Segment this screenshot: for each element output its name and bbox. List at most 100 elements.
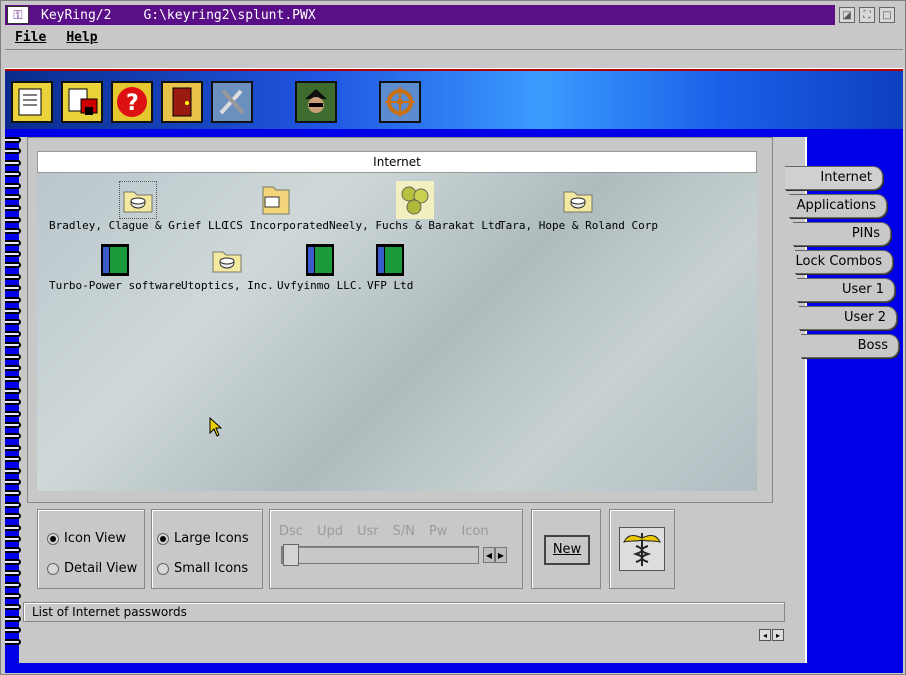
spiral-ring (5, 581, 21, 588)
list-item[interactable]: Neely, Fuchs & Barakat Ltd (329, 181, 501, 232)
spiral-ring (5, 148, 21, 155)
help-question-icon[interactable]: ? (111, 81, 153, 123)
list-item[interactable]: Tara, Hope & Roland Corp (499, 181, 658, 232)
spiral-ring (5, 182, 21, 189)
detail-view-radio[interactable]: Detail View (47, 561, 137, 576)
ships-wheel-icon[interactable] (379, 81, 421, 123)
large-icons-label: Large Icons (174, 531, 249, 546)
spiral-ring (5, 205, 21, 212)
spiral-ring (5, 422, 21, 428)
spiral-ring (5, 593, 21, 599)
spiral-ring (5, 444, 21, 451)
large-icons-radio[interactable]: Large Icons (157, 531, 249, 546)
spiral-ring (5, 638, 21, 645)
radio-unselected-icon (157, 562, 169, 575)
spiral-ring (5, 228, 21, 235)
scroll-right-icon[interactable]: ▸ (772, 629, 784, 641)
scroll-left-icon[interactable]: ◂ (759, 629, 771, 641)
arrow-left-icon[interactable]: ◀ (483, 547, 495, 563)
list-item[interactable]: Bradley, Clague & Grief LLC (49, 181, 228, 232)
tab-user-2[interactable]: User 2 (799, 306, 897, 330)
file-path: G:\keyring2\splunt.PWX (143, 7, 316, 23)
list-item[interactable]: Uvfyinmo LLC. (277, 241, 363, 292)
spiral-ring (5, 216, 21, 223)
list-item[interactable]: Utoptics, Inc. (181, 241, 274, 292)
spiral-ring (5, 353, 21, 360)
folder-disk-icon (119, 181, 158, 219)
spiral-ring (5, 239, 21, 246)
tab-internet[interactable]: Internet (785, 166, 883, 190)
arrow-right-icon[interactable]: ▶ (495, 547, 507, 563)
spy-icon[interactable] (295, 81, 337, 123)
new-button[interactable]: New (544, 535, 590, 565)
slider-arrows: ◀ ▶ (483, 547, 507, 563)
view-mode-group (37, 509, 145, 589)
system-menu-icon[interactable]: ⚿ (7, 6, 29, 24)
tab-pins[interactable]: PINs (793, 222, 891, 246)
list-item[interactable]: ICS Incorporated (223, 181, 329, 232)
icon-area[interactable]: Bradley, Clague & Grief LLC ICS Incorpor… (37, 173, 757, 491)
list-item[interactable]: VFP Ltd (367, 241, 413, 292)
tab-user-1[interactable]: User 1 (797, 278, 895, 302)
spiral-ring (5, 137, 21, 143)
tab-lock-combos[interactable]: Lock Combos (795, 250, 893, 274)
menu-bar: File Help (5, 27, 903, 47)
spiral-ring (5, 627, 21, 634)
spiral-ring (5, 296, 21, 303)
book-icon (96, 241, 134, 279)
menu-separator (5, 49, 903, 69)
item-label: Neely, Fuchs & Barakat Ltd (329, 219, 502, 232)
tools-icon[interactable] (211, 81, 253, 123)
title-bar[interactable]: ⚿ KeyRing/2 G:\keyring2\splunt.PWX (5, 5, 835, 25)
radio-selected-icon (157, 532, 169, 545)
menu-help[interactable]: Help (66, 30, 97, 45)
spiral-ring (5, 319, 21, 326)
print-icon[interactable] (61, 81, 103, 123)
spiral-ring (5, 410, 21, 417)
spiral-ring (5, 376, 21, 383)
item-label: Turbo-Power software (49, 279, 182, 292)
spiral-ring (5, 570, 21, 577)
column-slider-track[interactable] (281, 546, 479, 564)
spiral-ring (5, 501, 21, 508)
spiral-ring (5, 604, 21, 611)
radio-unselected-icon (47, 562, 59, 575)
svg-text:?: ? (126, 91, 139, 116)
icon-size-group (151, 509, 263, 589)
spiral-ring (5, 479, 21, 485)
item-label: Utoptics, Inc. (181, 279, 274, 292)
spiral-ring (5, 490, 21, 497)
icon-view-label: Icon View (64, 531, 127, 546)
column-usr: Usr (356, 524, 379, 539)
spiral-ring (5, 558, 21, 565)
caduceus-icon[interactable] (619, 527, 665, 571)
column-dsc: Dsc (279, 524, 303, 539)
spiral-ring (5, 387, 21, 394)
spiral-ring (5, 467, 21, 474)
menu-file[interactable]: File (15, 30, 46, 45)
tab-applications[interactable]: Applications (789, 194, 887, 218)
spiral-ring (5, 342, 21, 349)
icon-view-radio[interactable]: Icon View (47, 531, 126, 546)
column-slider-thumb[interactable] (283, 544, 299, 566)
exit-door-icon[interactable] (161, 81, 203, 123)
spiral-ring (5, 513, 21, 520)
minimize-icon[interactable]: ◪ (839, 7, 855, 23)
folder-disk-icon (208, 241, 246, 279)
folder-title: Internet (37, 151, 757, 173)
radio-selected-icon (47, 532, 59, 545)
spiral-ring (5, 330, 21, 337)
notes-icon[interactable] (11, 81, 53, 123)
folder-open-icon (257, 181, 295, 219)
spiral-ring (5, 456, 21, 463)
status-bar: List of Internet passwords (23, 602, 785, 622)
spiral-ring (5, 399, 21, 406)
tab-boss[interactable]: Boss (801, 334, 899, 358)
small-icons-label: Small Icons (174, 561, 249, 576)
small-icons-radio[interactable]: Small Icons (157, 561, 248, 576)
spiral-ring (5, 308, 21, 314)
restore-icon[interactable]: ⛶ (859, 7, 875, 23)
maximize-icon[interactable]: □ (879, 7, 895, 23)
list-item[interactable]: Turbo-Power software (49, 241, 181, 292)
column-sn: S/N (392, 524, 415, 539)
